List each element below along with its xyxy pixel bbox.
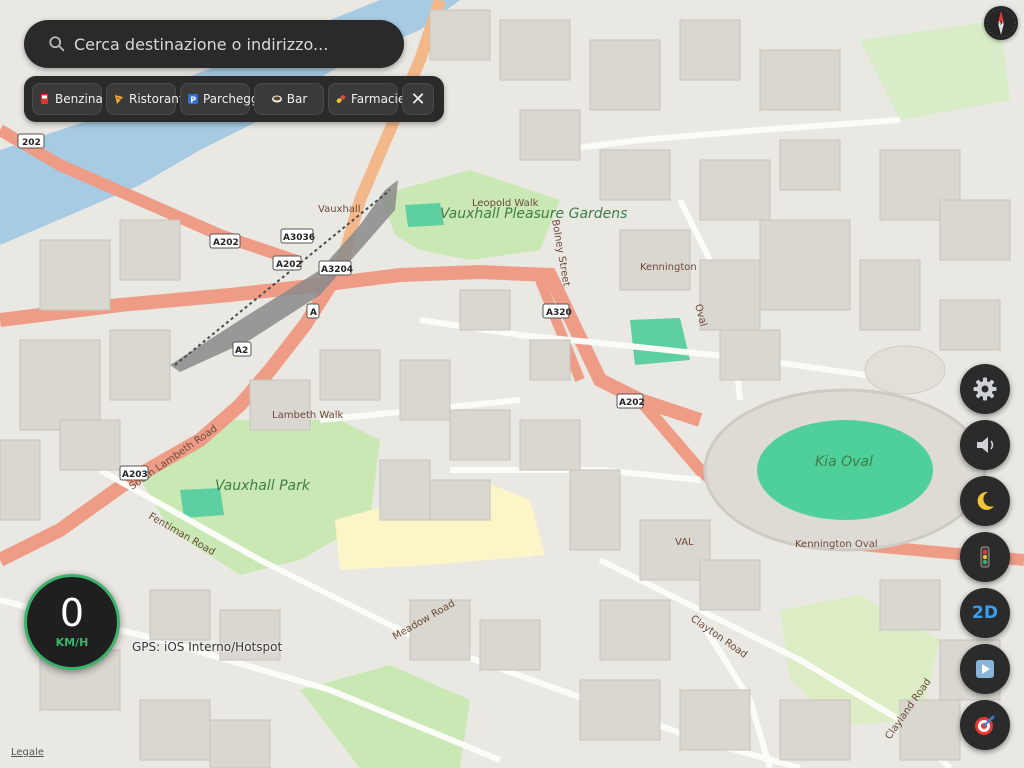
target-arrow-icon: [975, 715, 995, 735]
label-leopold-walk: Leopold Walk: [472, 198, 539, 209]
traffic-light-icon: [980, 546, 990, 568]
road-shield: A203: [119, 465, 149, 481]
category-chip-bar[interactable]: Bar: [254, 83, 324, 115]
category-label: Bar: [286, 92, 308, 106]
pill-icon: [336, 95, 346, 103]
label-kennington-oval: Kennington Oval: [795, 539, 878, 550]
road-shield: A2: [232, 341, 252, 357]
fuel-pump-icon: [41, 94, 48, 104]
settings-button[interactable]: [960, 364, 1010, 414]
close-icon: ✕: [410, 88, 426, 110]
pitch-north: [405, 203, 444, 227]
legal-link[interactable]: Legale: [11, 747, 44, 758]
play-button[interactable]: [960, 644, 1010, 694]
traffic-button[interactable]: [960, 532, 1010, 582]
road-shield: A320: [542, 303, 572, 319]
category-label: Benzina: [55, 92, 103, 106]
svg-text:202: 202: [22, 138, 41, 148]
round-building: [864, 345, 946, 395]
svg-text:A: A: [310, 308, 317, 318]
category-chip-farmacie[interactable]: Farmacie: [328, 83, 405, 115]
play-icon: [976, 660, 994, 678]
road-shield: A3204: [318, 260, 353, 276]
speaker-icon: [977, 437, 994, 453]
label-kennington: Kennington: [640, 262, 697, 273]
category-chip-benzina[interactable]: Benzina: [32, 83, 103, 115]
search-input[interactable]: [74, 34, 374, 54]
label-val: VAL: [675, 537, 694, 548]
category-chip-ristoranti[interactable]: Ristoranti: [106, 83, 187, 115]
recenter-button[interactable]: [960, 700, 1010, 750]
svg-text:A320: A320: [546, 308, 572, 318]
svg-text:A202: A202: [619, 398, 645, 408]
gear-icon: [973, 377, 997, 401]
svg-text:A3204: A3204: [321, 265, 353, 275]
road-shield: A202: [272, 255, 302, 271]
label-lambeth-walk: Lambeth Walk: [272, 410, 344, 421]
pitch-courts: [630, 318, 690, 365]
search-icon: [49, 36, 65, 52]
parking-sign-icon: P: [188, 94, 198, 105]
night-mode-button[interactable]: [960, 476, 1010, 526]
oval-stadium-pitch: [757, 420, 933, 520]
road-shield: A3036: [280, 228, 315, 244]
compass-button[interactable]: N: [984, 6, 1018, 40]
category-chip-parcheggi[interactable]: P Parcheggi: [180, 83, 262, 115]
category-bar: Benzina Ristoranti P Parcheggi Bar Farma…: [24, 76, 444, 122]
label-vauxhall: Vauxhall: [318, 204, 360, 215]
speed-value: 0: [59, 591, 85, 635]
road-shield: A202: [209, 233, 241, 249]
gps-status: GPS: iOS Interno/Hotspot: [132, 640, 283, 654]
moon-icon: [977, 491, 994, 510]
voice-button[interactable]: [960, 420, 1010, 470]
coffee-cup-icon: [271, 95, 282, 103]
road-shield: 202: [17, 133, 45, 149]
road-shield: A: [306, 303, 320, 319]
category-label: Farmacie: [351, 92, 406, 106]
svg-text:A203: A203: [122, 470, 148, 480]
svg-text:A2: A2: [235, 346, 248, 356]
compass-north-label: N: [998, 21, 1003, 29]
label-kia-oval: Kia Oval: [815, 454, 873, 470]
speedometer: 0 KM/H: [24, 574, 120, 670]
view-2d-button[interactable]: 2D: [960, 588, 1010, 638]
category-label: Ristoranti: [129, 92, 187, 106]
compass-icon: N: [986, 8, 1016, 38]
svg-text:A202: A202: [276, 260, 302, 270]
close-categories-button[interactable]: ✕: [402, 83, 434, 115]
view-2d-label: 2D: [972, 603, 998, 623]
svg-text:P: P: [190, 96, 196, 105]
pizza-slice-icon: [115, 95, 123, 104]
svg-text:A202: A202: [213, 238, 239, 248]
search-bar[interactable]: [24, 20, 404, 68]
speed-unit: KM/H: [55, 636, 89, 649]
svg-text:A3036: A3036: [283, 233, 315, 243]
road-shield: A202: [616, 393, 645, 409]
label-vauxhall-park: Vauxhall Park: [215, 478, 311, 494]
